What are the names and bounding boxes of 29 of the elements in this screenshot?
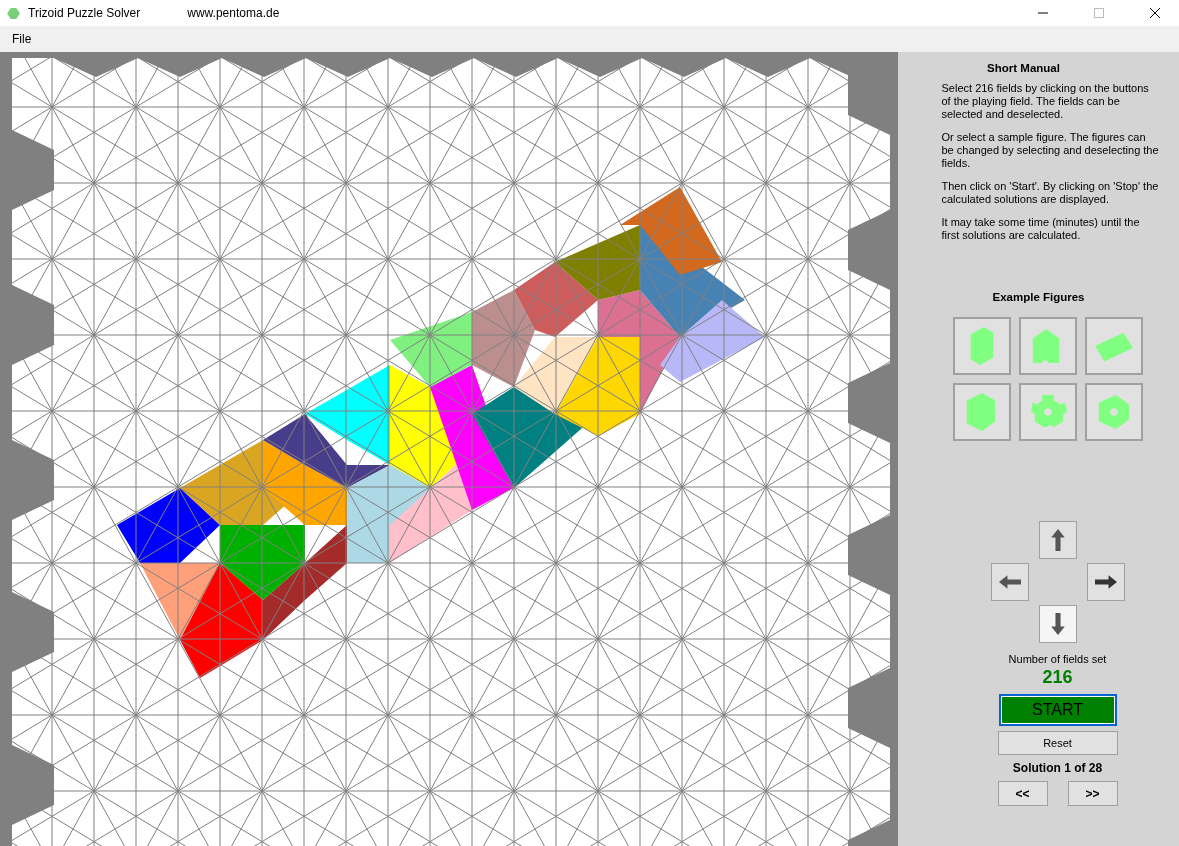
app-logo-icon	[7, 7, 20, 19]
example-figure-button[interactable]	[952, 317, 1011, 375]
manual-title: Short Manual	[987, 62, 1060, 74]
example-figure-button[interactable]	[1084, 317, 1143, 375]
example-figure-button[interactable]	[1018, 383, 1077, 441]
manual-paragraph: Select 216 fields by clicking on the buttons of the playing field. The fields can be selected and deselected.	[941, 82, 1150, 121]
manual-paragraph: Or select a sample figure. The figures can be changed by selecting and deselecting the fields.	[941, 131, 1160, 170]
right-arrow-button[interactable]	[1086, 563, 1125, 601]
website-url: www.pentoma.de	[187, 6, 280, 20]
window-title: Trizoid Puzzle Solver	[28, 6, 141, 20]
next-button[interactable]: >>	[1067, 781, 1118, 806]
menu-item[interactable]: File	[0, 32, 44, 46]
previous-button[interactable]: <<	[997, 781, 1048, 806]
down-arrow-button[interactable]	[1038, 605, 1077, 643]
up-arrow-button[interactable]	[1038, 521, 1077, 559]
close-icon[interactable]	[1150, 8, 1160, 18]
fields-set-label: Number of fields set	[1008, 653, 1107, 665]
example-figure-button[interactable]	[952, 383, 1011, 441]
left-arrow-button[interactable]	[990, 563, 1029, 601]
manual-paragraph: Then click on 'Start'. By clicking on 'Stop' the calculated solutions are displayed.	[941, 180, 1160, 206]
puzzle-board-drawing[interactable]	[0, 52, 898, 846]
solution-counter: Solution 1 of 28	[1012, 761, 1103, 775]
start-button[interactable]: START	[998, 694, 1117, 726]
example-figure-button[interactable]	[1018, 317, 1077, 375]
example-figure-button[interactable]	[1084, 383, 1143, 441]
manual-paragraph: It may take some time (minutes) until the first solutions are calculated.	[941, 216, 1141, 242]
reset-button[interactable]: Reset	[997, 731, 1118, 755]
fields-count: 216	[1042, 667, 1073, 688]
example-figures-title: Example Figures	[992, 291, 1085, 303]
